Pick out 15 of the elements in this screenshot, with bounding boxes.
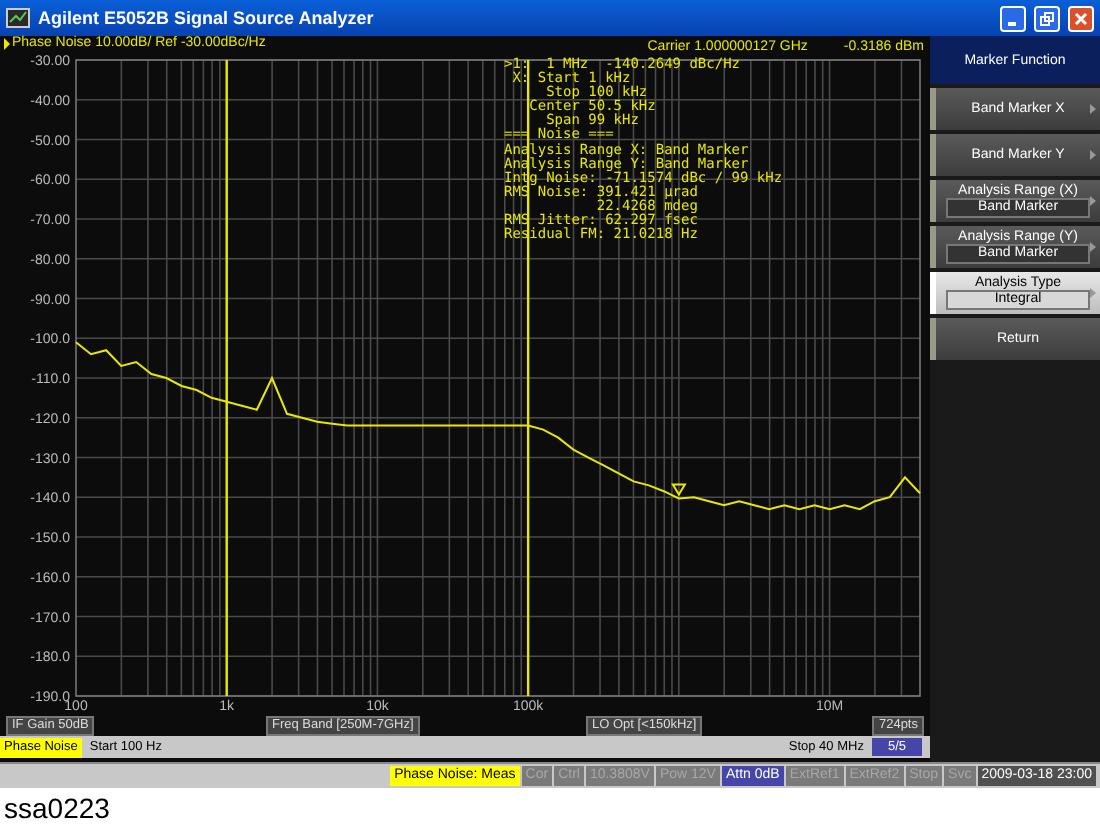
minimize-button[interactable] [1000,5,1026,31]
restore-icon [1040,11,1054,25]
close-icon [1074,11,1088,25]
submenu-arrow-icon [1090,104,1096,114]
submenu-arrow-icon [1090,242,1096,252]
submenu-arrow-icon [1090,288,1096,298]
submenu-arrow-icon [1090,196,1096,206]
close-button[interactable] [1068,5,1094,31]
marker-icon [671,483,687,497]
trace-indicator-icon [4,38,10,50]
restore-button[interactable] [1034,5,1060,31]
submenu-arrow-icon [1090,150,1096,160]
window-title: Agilent E5052B Signal Source Analyzer [38,8,376,28]
app-icon [6,8,30,28]
image-caption: ssa0223 [2,790,112,824]
